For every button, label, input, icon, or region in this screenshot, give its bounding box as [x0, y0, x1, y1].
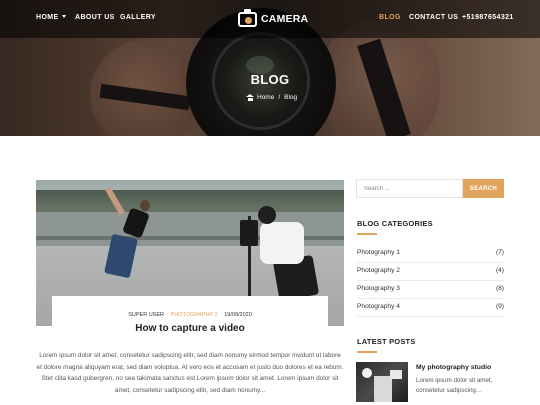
nav-home[interactable]: HOME — [36, 14, 66, 21]
post-category[interactable]: PHOTOGRAPHY 2 — [171, 312, 218, 318]
category-count: (7) — [495, 249, 504, 256]
latest-posts-title: LATEST POSTS — [357, 337, 416, 346]
logo-text: CAMERA — [261, 13, 309, 25]
nav-contact-us[interactable]: CONTACT US — [409, 14, 458, 21]
category-item[interactable]: Photography 2 (4) — [357, 267, 504, 279]
search-button[interactable]: SEARCH — [463, 179, 504, 198]
post-author[interactable]: SUPER USER — [128, 312, 164, 318]
breadcrumb-home[interactable]: Home — [257, 94, 274, 101]
nav-home-label: HOME — [36, 14, 59, 21]
latest-post-excerpt: Lorem ipsum dolor sit amet, consetetur s… — [416, 377, 493, 394]
post-date: 19/09/2020 — [224, 312, 252, 318]
category-name: Photography 4 — [357, 303, 400, 310]
category-name: Photography 2 — [357, 267, 400, 274]
category-count: (8) — [495, 285, 504, 292]
categories-title-underline — [357, 233, 377, 235]
category-name: Photography 3 — [357, 285, 400, 292]
post-image-video-camera — [240, 220, 258, 246]
camera-logo-icon — [238, 8, 257, 27]
post-card: SUPER USER PHOTOGRAPHY 2 19/09/2020 How … — [52, 296, 328, 344]
categories-title: BLOG CATEGORIES — [357, 219, 433, 228]
site-logo[interactable]: CAMERA — [238, 8, 309, 27]
category-item[interactable]: Photography 3 (8) — [357, 285, 504, 297]
latest-post-thumbnail[interactable] — [356, 362, 408, 402]
post-image-trees — [36, 190, 344, 212]
thumbnail-softbox — [390, 370, 402, 379]
category-count: (4) — [495, 267, 504, 274]
category-divider — [357, 298, 504, 299]
latest-posts-title-underline — [357, 351, 377, 353]
post-meta: SUPER USER PHOTOGRAPHY 2 19/09/2020 — [52, 312, 328, 318]
category-name: Photography 1 — [357, 249, 400, 256]
thumbnail-studio-lamp — [362, 368, 372, 378]
breadcrumb: Home / Blog — [246, 94, 297, 101]
thumbnail-studio-backdrop — [374, 376, 392, 402]
breadcrumb-separator: / — [278, 94, 281, 101]
category-divider — [357, 316, 504, 317]
breadcrumb-current: Blog — [284, 94, 298, 101]
page-title: BLOG — [250, 72, 290, 87]
post-image-dancer-head — [140, 200, 150, 211]
category-count: (9) — [495, 303, 504, 310]
nav-gallery[interactable]: GALLERY — [120, 14, 156, 21]
top-nav: HOME ABOUT US GALLERY CAMERA BLOG CONTAC… — [0, 0, 540, 38]
nav-phone[interactable]: +51987654321 — [462, 14, 514, 21]
post-image-camera-operator-head — [258, 206, 276, 224]
category-divider — [357, 262, 504, 263]
post-image-camera-operator-body — [260, 222, 304, 264]
category-item[interactable]: Photography 4 (9) — [357, 303, 504, 315]
post-excerpt: Lorem ipsum dolor sit amet, consetetur s… — [36, 352, 344, 394]
home-icon — [246, 94, 254, 101]
latest-post-title[interactable]: My photography studio — [416, 364, 491, 371]
category-item[interactable]: Photography 1 (7) — [357, 249, 504, 261]
search-input[interactable] — [356, 179, 463, 198]
post-title[interactable]: How to capture a video — [52, 323, 328, 334]
nav-about-us[interactable]: ABOUT US — [75, 14, 115, 21]
category-divider — [357, 280, 504, 281]
nav-blog[interactable]: BLOG — [379, 14, 401, 21]
chevron-down-icon — [61, 15, 66, 18]
